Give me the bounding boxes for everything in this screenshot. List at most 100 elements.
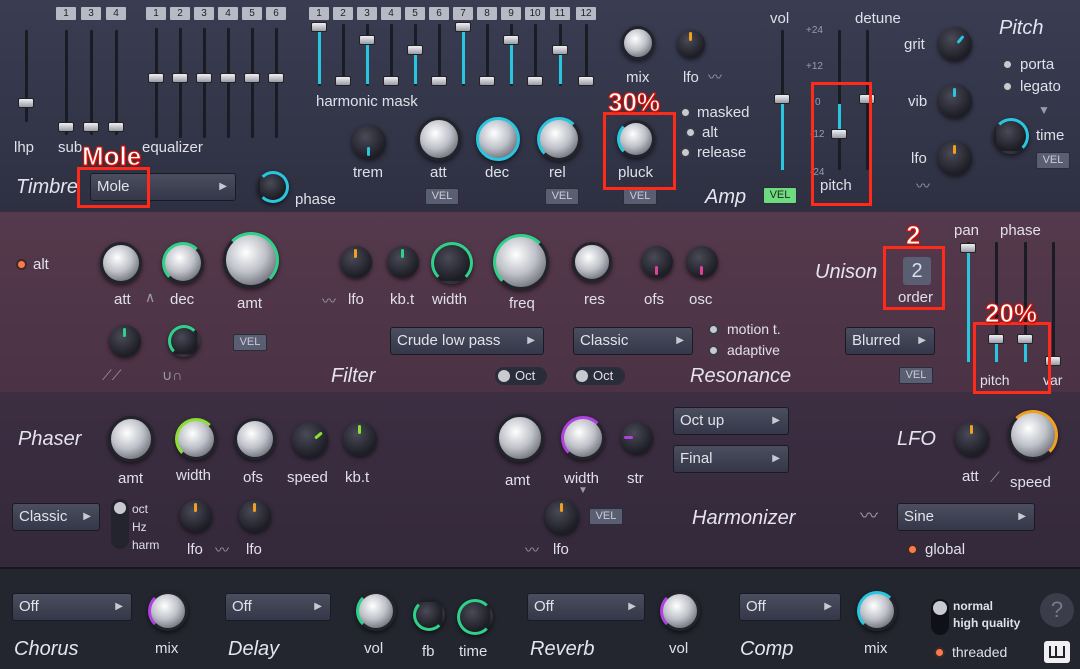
filter-oct-toggle[interactable]: Oct [495, 367, 547, 385]
comp-select[interactable]: Off ▶ [739, 593, 841, 621]
filter-att-knob[interactable] [100, 242, 142, 284]
vib-knob[interactable] [938, 84, 972, 118]
filter-dec-knob[interactable] [162, 242, 204, 284]
eq-slider-2[interactable] [179, 28, 182, 138]
lfo-speed-knob[interactable] [1008, 410, 1058, 460]
delay-vol-knob[interactable] [356, 591, 396, 631]
filter-alt-radio[interactable] [16, 259, 27, 270]
harm-num-1[interactable]: 1 [309, 7, 329, 20]
eq-num-5[interactable]: 5 [242, 7, 262, 20]
eq-slider-6[interactable] [275, 28, 278, 138]
resonance-type-select[interactable]: Classic ▶ [573, 327, 693, 355]
harm-handle-12[interactable] [578, 76, 594, 86]
quality-switch[interactable] [931, 599, 949, 635]
harm-handle-8[interactable] [479, 76, 495, 86]
harm-handle-1[interactable] [311, 22, 327, 32]
eq-num-2[interactable]: 2 [170, 7, 190, 20]
harm-handle-5[interactable] [407, 45, 423, 55]
eq-handle-3[interactable] [196, 73, 212, 83]
harm-num-2[interactable]: 2 [333, 7, 353, 20]
freq-knob[interactable] [493, 234, 549, 290]
vol-vel-button[interactable]: VEL [763, 187, 797, 204]
help-button[interactable]: ? [1040, 593, 1074, 627]
phaser-width-knob[interactable] [175, 418, 217, 460]
delay-fb-knob[interactable] [413, 599, 445, 631]
threaded-radio[interactable] [934, 647, 945, 658]
harmonizer-lfo-knob[interactable] [545, 500, 579, 534]
lfo-shape-select[interactable]: Sine ▶ [897, 503, 1035, 531]
filter-shape-knob-1[interactable] [109, 325, 141, 357]
filter-width-knob[interactable] [431, 242, 473, 284]
rel-vel-button[interactable]: VEL [545, 188, 579, 205]
res-knob[interactable] [572, 242, 612, 282]
chorus-mix-knob[interactable] [148, 591, 188, 631]
harmonizer-vel-button[interactable]: VEL [589, 508, 623, 525]
harm-num-12[interactable]: 12 [576, 7, 596, 20]
eq-slider-4[interactable] [227, 28, 230, 138]
eq-handle-1[interactable] [148, 73, 164, 83]
lfo-att-knob[interactable] [955, 422, 989, 456]
sub-slider-2[interactable] [90, 30, 93, 135]
harm-num-7[interactable]: 7 [453, 7, 473, 20]
eq-slider-5[interactable] [251, 28, 254, 138]
phaser-unit-switch[interactable] [111, 499, 129, 549]
phase-knob[interactable] [257, 171, 289, 203]
delay-select[interactable]: Off ▶ [225, 593, 331, 621]
harm-handle-10[interactable] [527, 76, 543, 86]
sub-num-1[interactable]: 1 [56, 7, 76, 20]
harm-handle-4[interactable] [383, 76, 399, 86]
harm-num-3[interactable]: 3 [357, 7, 377, 20]
rel-knob[interactable] [537, 117, 581, 161]
att-vel-button[interactable]: VEL [425, 188, 459, 205]
lhp-slider-track[interactable] [25, 30, 28, 122]
sub-handle-3[interactable] [108, 122, 124, 132]
eq-handle-5[interactable] [244, 73, 260, 83]
ofs-knob[interactable] [641, 246, 673, 278]
vol-slider-handle[interactable] [774, 94, 790, 104]
sub-slider-1[interactable] [65, 30, 68, 135]
phaser-lfo-knob-1[interactable] [180, 500, 212, 532]
harm-handle-2[interactable] [335, 76, 351, 86]
filter-amt-knob[interactable] [223, 232, 279, 288]
phaser-type-select[interactable]: Classic ▶ [12, 503, 100, 531]
legato-radio[interactable] [1002, 81, 1013, 92]
eq-slider-3[interactable] [203, 28, 206, 138]
sub-handle-1[interactable] [58, 122, 74, 132]
eq-handle-2[interactable] [172, 73, 188, 83]
phaser-lfo-knob-2[interactable] [239, 500, 271, 532]
resonance-oct-toggle[interactable]: Oct [573, 367, 625, 385]
harm-handle-7[interactable] [455, 22, 471, 32]
motion-radio[interactable] [708, 324, 719, 335]
harm-num-4[interactable]: 4 [381, 7, 401, 20]
filter-shape-knob-2[interactable] [168, 325, 200, 357]
harm-num-9[interactable]: 9 [501, 7, 521, 20]
sub-num-2[interactable]: 3 [81, 7, 101, 20]
sub-slider-3[interactable] [115, 30, 118, 135]
dec-knob[interactable] [476, 117, 520, 161]
harmonizer-width-knob[interactable] [561, 416, 605, 460]
filter-lfo-knob[interactable] [340, 246, 372, 278]
phaser-ofs-knob[interactable] [234, 418, 276, 460]
global-radio[interactable] [907, 544, 918, 555]
chorus-select[interactable]: Off ▶ [12, 593, 132, 621]
keyboard-icon[interactable] [1044, 641, 1070, 663]
mix-knob[interactable] [621, 26, 655, 60]
harm-handle-11[interactable] [552, 45, 568, 55]
eq-num-1[interactable]: 1 [146, 7, 166, 20]
harmonizer-mode-select-2[interactable]: Final ▶ [673, 445, 789, 473]
phaser-kbt-knob[interactable] [343, 422, 377, 456]
unison-type-select[interactable]: Blurred ▶ [845, 327, 935, 355]
harmonizer-amt-knob[interactable] [496, 414, 544, 462]
reverb-select[interactable]: Off ▶ [527, 593, 645, 621]
reverb-vol-knob[interactable] [660, 591, 700, 631]
trem-knob[interactable] [352, 125, 386, 159]
phaser-amt-knob[interactable] [108, 416, 154, 462]
harm-handle-3[interactable] [359, 35, 375, 45]
unison-var-slider-track[interactable] [1052, 242, 1055, 362]
att-knob[interactable] [417, 117, 461, 161]
filter-kbt-knob[interactable] [387, 246, 419, 278]
alt-radio[interactable] [685, 127, 696, 138]
eq-handle-6[interactable] [268, 73, 284, 83]
grit-knob[interactable] [938, 27, 972, 61]
eq-num-6[interactable]: 6 [266, 7, 286, 20]
